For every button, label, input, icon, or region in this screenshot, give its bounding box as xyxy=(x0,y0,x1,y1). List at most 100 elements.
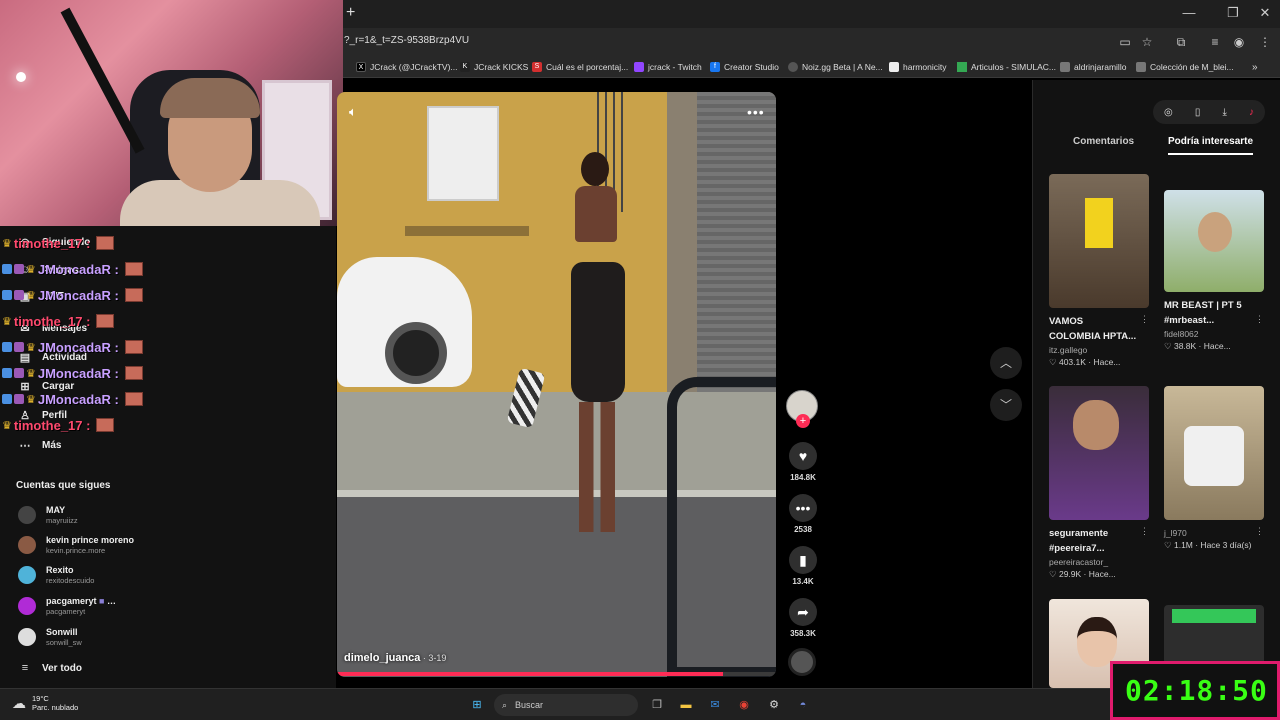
app-icon[interactable]: ⚙ xyxy=(764,695,784,715)
bookmark-item[interactable]: Colección de M_blei... xyxy=(1136,60,1234,74)
bookmark-item[interactable]: Noiz.gg Beta | A Ne... xyxy=(788,60,883,74)
chrome-icon[interactable]: ◉ xyxy=(734,695,754,715)
share-button[interactable]: ➦ 358.3K xyxy=(786,598,820,638)
music-disc-icon[interactable] xyxy=(788,648,816,676)
bookmark-item[interactable]: aldrinjaramillo xyxy=(1060,60,1126,74)
follow-plus-icon[interactable]: + xyxy=(796,414,810,428)
video-tools: ◎ ▯ ⤓ ♪ xyxy=(1153,100,1265,124)
weather-widget[interactable]: ☁ 19°C Parc. nublado xyxy=(12,694,78,712)
bookmark-item[interactable]: f Creator Studio xyxy=(710,60,779,74)
chat-message: ♛ JMoncadaR : xyxy=(2,338,143,356)
avatar xyxy=(18,566,36,584)
taskbar-search[interactable]: ⌕ Buscar xyxy=(494,694,638,716)
bookmark-item[interactable]: K JCrack KICKS xyxy=(460,60,528,74)
account-item[interactable]: kevin prince moreno kevin.prince.more xyxy=(18,532,134,558)
avatar xyxy=(18,628,36,646)
minimize-icon[interactable]: — xyxy=(1178,4,1200,22)
account-item[interactable]: Rexito rexitodescuido xyxy=(18,562,94,588)
card-menu-icon[interactable]: ⋮ xyxy=(1140,314,1149,325)
drive-icon xyxy=(957,62,967,72)
like-button[interactable]: ♥ 184.8K xyxy=(786,442,820,482)
emote-icon xyxy=(124,366,143,380)
profile-icon[interactable]: ◉ xyxy=(1230,33,1248,51)
person-legs xyxy=(579,402,615,532)
restore-icon[interactable]: ❐ xyxy=(1222,4,1244,22)
bookmark-star-icon[interactable]: ☆ xyxy=(1138,33,1156,51)
save-button[interactable]: ▮ 13.4K xyxy=(786,546,820,586)
video-progress-fill xyxy=(337,672,724,676)
chat-message: ♛ timothe_17 : xyxy=(2,416,115,434)
microphone-arm-image xyxy=(60,7,145,154)
volume-icon[interactable]: 🔈︎ xyxy=(349,104,357,120)
recommended-video-card[interactable]: ⋮ j_l970 ♡ 1.1M · Hace 3 día(s) xyxy=(1164,386,1266,551)
url-field[interactable]: ?_r=1&_t=ZS-9538Brzp4VU xyxy=(344,35,469,46)
heart-icon: ♥ xyxy=(789,442,817,470)
badge-icon xyxy=(2,264,12,274)
compass-icon[interactable]: ◎ xyxy=(1164,107,1173,118)
emote-icon xyxy=(124,392,143,406)
cloud-sun-icon: ☁ xyxy=(12,694,26,711)
recommended-video-card[interactable]: ⋮ MR BEAST | PT 5 #mrbeast... fidel8062 ♡… xyxy=(1164,190,1266,352)
controller-icon: ■ xyxy=(99,596,105,606)
right-panel: ◎ ▯ ⤓ ♪ Comentarios Podría interesarte ⋮… xyxy=(1032,80,1280,688)
emote-icon xyxy=(96,314,115,328)
video-player[interactable]: 🔈︎ ••• dimelo_juanca · 3-19 xyxy=(337,92,776,677)
task-view-icon[interactable]: ❐ xyxy=(647,695,667,715)
comment-button[interactable]: ••• 2538 xyxy=(786,494,820,534)
bookmark-item[interactable]: Articulos - SIMULAC... xyxy=(957,60,1056,74)
bookmarks-overflow-icon[interactable]: » xyxy=(1252,60,1258,74)
more-options-icon[interactable]: ••• xyxy=(747,104,765,120)
account-item[interactable]: MAY mayruiizz xyxy=(18,502,78,528)
download-icon[interactable]: ⤓ xyxy=(1222,107,1226,118)
recommended-video-card[interactable]: ⋮ seguramente #peereira7... peereiracasto… xyxy=(1049,386,1151,580)
media-icon[interactable]: ≡ xyxy=(1206,33,1224,51)
emote-icon xyxy=(124,288,143,302)
aldrin-icon xyxy=(1060,62,1070,72)
new-tab-button[interactable]: + xyxy=(346,4,362,22)
next-video-icon[interactable]: ﹀ xyxy=(990,389,1022,421)
person-head xyxy=(581,152,609,186)
card-menu-icon[interactable]: ⋮ xyxy=(1255,526,1264,537)
bookmark-item[interactable]: harmonicity xyxy=(889,60,946,74)
badge-icon xyxy=(2,368,12,378)
light-image xyxy=(16,72,26,82)
tab-comments[interactable]: Comentarios xyxy=(1073,136,1134,147)
emote-icon xyxy=(124,340,143,354)
file-explorer-icon[interactable]: ▬ xyxy=(676,695,696,715)
bookmark-item[interactable]: jcrack - Twitch xyxy=(634,60,702,74)
close-icon[interactable]: ✕ xyxy=(1254,4,1276,22)
webcam-overlay xyxy=(0,0,343,226)
phone-icon[interactable]: ▯ xyxy=(1195,107,1201,118)
cast-icon[interactable]: ▭ xyxy=(1116,33,1134,51)
bookmark-item[interactable]: S Cuál es el porcentaj... xyxy=(532,60,628,74)
video-thumbnail xyxy=(1049,386,1149,520)
extensions-icon[interactable]: ⧉ xyxy=(1172,33,1190,51)
account-item[interactable]: pacgameryt ■ … pacgameryt xyxy=(18,593,116,619)
discord-icon[interactable]: ◓ xyxy=(793,695,813,715)
windows-start-icon[interactable]: ⊞ xyxy=(467,695,487,715)
crown-icon: ♛ xyxy=(26,289,36,302)
recommended-video-card[interactable]: ⋮ VAMOS COLOMBIA HPTA... itz.gallego ♡ 40… xyxy=(1049,174,1151,368)
video-thumbnail xyxy=(1164,386,1264,520)
kick-icon: K xyxy=(460,62,470,72)
previous-video-icon[interactable]: ︿ xyxy=(990,347,1022,379)
badge-icon xyxy=(14,368,24,378)
mail-icon[interactable]: ✉ xyxy=(705,695,725,715)
tab-interest[interactable]: Podría interesarte xyxy=(1168,136,1254,155)
chat-message: ♛ timothe_17 : xyxy=(2,234,115,252)
car-wheel-image xyxy=(385,322,447,384)
account-item[interactable]: Sonwill sonwill_sw xyxy=(18,624,82,650)
tiktok-logo-icon[interactable]: ♪ xyxy=(1249,107,1254,118)
nav-more[interactable]: ⋯ Más xyxy=(18,437,62,453)
card-menu-icon[interactable]: ⋮ xyxy=(1255,314,1264,325)
bookmark-item[interactable]: X JCrack (@JCrackTV)... xyxy=(356,60,458,74)
video-author[interactable]: dimelo_juanca xyxy=(344,652,420,664)
crown-icon: ♛ xyxy=(2,419,12,432)
menu-dots-icon[interactable]: ⋮ xyxy=(1256,33,1274,51)
harmonicity-icon xyxy=(889,62,899,72)
see-all-link[interactable]: ≡ Ver todo xyxy=(18,660,82,676)
card-menu-icon[interactable]: ⋮ xyxy=(1140,526,1149,537)
crown-icon: ♛ xyxy=(26,263,36,276)
video-progress-bar[interactable] xyxy=(337,672,776,676)
search-icon: ⌕ xyxy=(502,699,508,710)
